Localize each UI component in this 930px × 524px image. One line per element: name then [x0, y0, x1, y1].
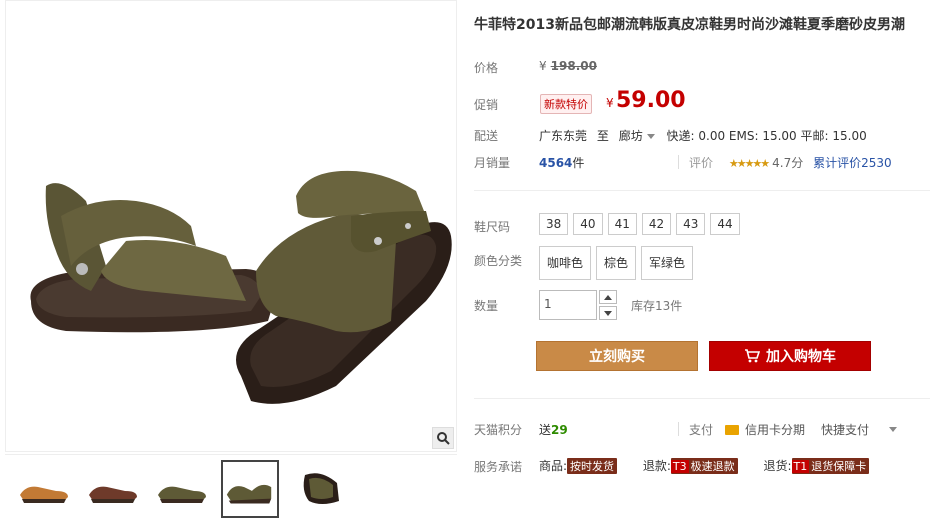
price-label: 价格 [474, 61, 499, 75]
promo-price: 59.00 [616, 88, 686, 113]
payment-label: 支付 [689, 423, 714, 437]
promo-label: 促销 [474, 98, 499, 112]
size-option[interactable]: 43 [676, 213, 706, 235]
divider [678, 155, 679, 169]
zoom-button[interactable] [432, 427, 454, 449]
size-label: 鞋尺码 [474, 220, 511, 234]
points-info: 送29 [539, 421, 568, 438]
magnifier-icon [437, 432, 450, 445]
buy-now-label: 立刻购买 [589, 349, 645, 365]
size-option[interactable]: 44 [710, 213, 740, 235]
promise-goods[interactable]: 商品: 按时发货 [539, 458, 621, 474]
size-option[interactable]: 42 [641, 213, 672, 235]
add-to-cart-label: 加入购物车 [766, 349, 836, 365]
quantity-decrease-button[interactable] [599, 306, 617, 320]
quick-pay-link[interactable]: 快捷支付 [821, 421, 869, 438]
sandal-image [30, 170, 452, 404]
refund-badge: T3 [670, 460, 689, 473]
thumbnail-1[interactable] [15, 460, 73, 518]
size-options: 38 40 41 42 43 44 [539, 213, 745, 235]
original-price-value: 198.00 [550, 59, 597, 73]
color-option[interactable]: 咖啡色 [539, 246, 592, 280]
service-promises: 商品: 按时发货 退款: T3 极速退款 退货: T1 退货保障卡 [539, 457, 891, 474]
goods-label: 商品: [539, 459, 568, 473]
thumbnail-strip [5, 460, 457, 522]
main-product-image[interactable] [5, 0, 457, 452]
goods-tag: 按时发货 [567, 458, 618, 474]
ship-destination[interactable]: 廊坊 [619, 129, 643, 143]
ship-to-word: 至 [596, 129, 609, 143]
section-divider [474, 190, 930, 191]
color-options: 咖啡色 棕色 军绿色 [539, 246, 698, 280]
refund-tag: 极速退款 [690, 460, 735, 473]
color-option[interactable]: 棕色 [596, 246, 637, 280]
divider [678, 422, 679, 436]
original-price: ¥198.00 [539, 59, 597, 73]
buy-now-button[interactable]: 立刻购买 [536, 341, 698, 371]
points-text: 送 [539, 423, 552, 437]
shipping-label: 配送 [474, 129, 499, 143]
ship-from: 广东东莞 [539, 129, 588, 143]
ship-fees: 快递: 0.00 EMS: 15.00 平邮: 15.00 [666, 129, 867, 143]
points-value: 29 [551, 423, 568, 437]
section-divider [474, 398, 930, 399]
quantity-input[interactable]: 1 [539, 290, 597, 320]
thumbnail-4[interactable] [221, 460, 279, 518]
return-label: 退货: [763, 459, 792, 473]
monthly-sales: 4564件 [539, 154, 584, 171]
product-gallery [5, 0, 457, 524]
product-title: 牛菲特2013新品包邮潮流韩版真皮凉鞋男时尚沙滩鞋夏季磨砂皮男潮 [474, 17, 905, 33]
payment-options: 支付 信用卡分期 快捷支付 [689, 421, 898, 438]
cart-icon [745, 349, 760, 363]
thumbnail-3[interactable] [153, 460, 211, 518]
credit-installment-link[interactable]: 信用卡分期 [745, 421, 805, 438]
sales-count: 4564 [539, 156, 573, 170]
chevron-down-icon[interactable] [646, 134, 655, 139]
promo-tag: 新款特价 [540, 94, 592, 114]
rating-label: 评价 [689, 156, 714, 170]
size-option[interactable]: 38 [539, 213, 569, 235]
chevron-down-icon[interactable] [889, 427, 898, 432]
promise-refund[interactable]: 退款: T3 极速退款 [642, 458, 742, 474]
return-tag: 退货保障卡 [811, 460, 867, 473]
return-badge: T1 [791, 460, 810, 473]
chevron-up-icon [604, 294, 612, 300]
rating-summary: 评价 ★★★★★ 4.7分 累计评价2530 [689, 154, 892, 171]
points-label: 天猫积分 [474, 423, 523, 437]
color-label: 颜色分类 [474, 254, 523, 268]
thumbnail-2[interactable] [84, 460, 142, 518]
quantity-label: 数量 [474, 299, 499, 313]
original-currency: ¥ [539, 59, 547, 73]
sales-label: 月销量 [474, 156, 511, 170]
chevron-down-icon [604, 310, 612, 316]
size-option[interactable]: 40 [573, 213, 603, 235]
rating-score: 4.7分 [772, 156, 804, 170]
credit-card-icon [725, 424, 740, 435]
service-label: 服务承诺 [474, 460, 523, 474]
size-option[interactable]: 41 [607, 213, 637, 235]
add-to-cart-button[interactable]: 加入购物车 [709, 341, 871, 371]
thumb-divider [5, 454, 457, 455]
thumbnail-5[interactable] [290, 460, 348, 518]
shipping-info: 广东东莞 至 廊坊 快递: 0.00 EMS: 15.00 平邮: 15.00 [539, 127, 867, 144]
promo-currency: ¥ [606, 96, 614, 110]
star-rating-icon: ★★★★★ [728, 157, 770, 170]
stock-count: 库存13件 [631, 299, 683, 313]
quantity-increase-button[interactable] [599, 290, 617, 304]
refund-label: 退款: [642, 459, 671, 473]
sales-unit: 件 [572, 156, 585, 170]
promise-return[interactable]: 退货: T1 退货保障卡 [763, 458, 870, 474]
color-option[interactable]: 军绿色 [641, 246, 694, 280]
review-count-link[interactable]: 累计评价2530 [813, 156, 892, 170]
